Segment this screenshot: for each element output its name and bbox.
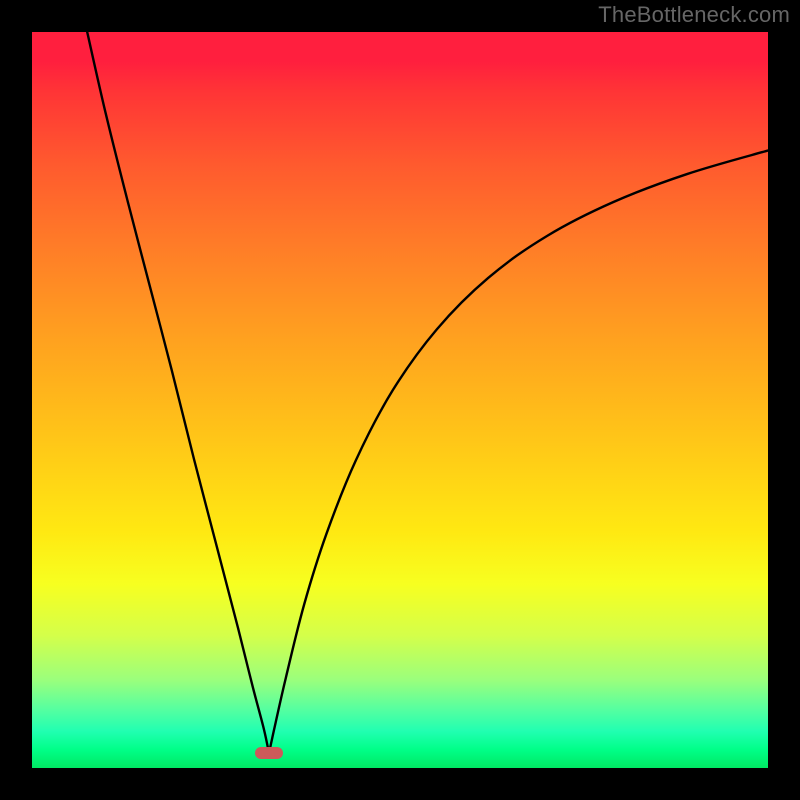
curve-layer xyxy=(32,32,768,768)
curve-right-branch xyxy=(269,151,768,754)
minimum-marker xyxy=(255,747,283,759)
outer-frame: TheBottleneck.com xyxy=(0,0,800,800)
watermark-text: TheBottleneck.com xyxy=(598,2,790,28)
curve-left-branch xyxy=(87,32,269,753)
plot-area xyxy=(32,32,768,768)
